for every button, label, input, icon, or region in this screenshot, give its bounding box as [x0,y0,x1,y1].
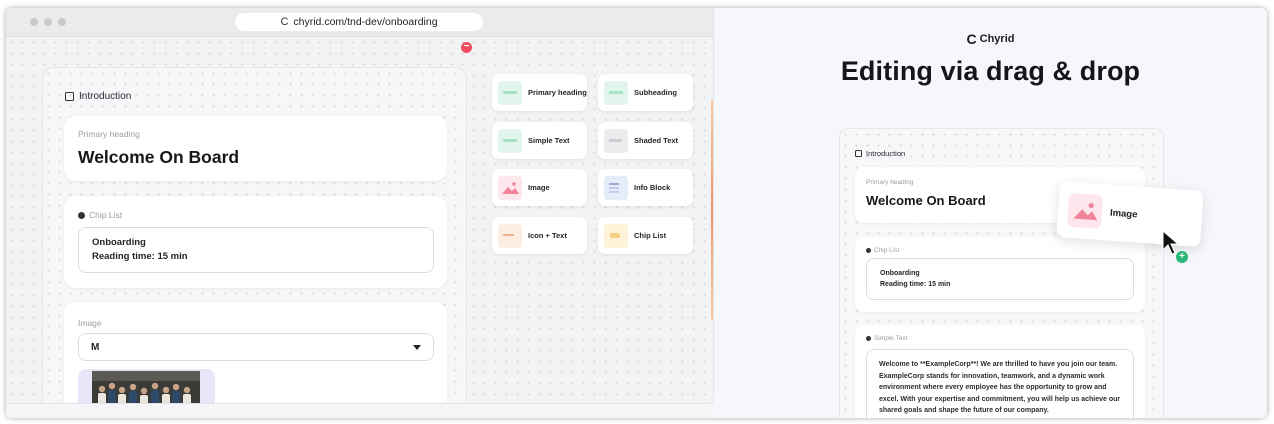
chip-list-field[interactable]: Onboarding Reading time: 15 min [78,227,434,273]
chip-list-label-wrap: Chip List [78,210,122,220]
edit-icon [855,150,862,157]
browser-toolbar: C chyrid.com/tnd-dev/onboarding [6,8,713,37]
preview-simple-text-field: Welcome to **ExampleCorp**! We are thril… [866,349,1134,418]
palette-item-primary-heading[interactable]: Primary heading [492,74,587,111]
chyrid-logo-icon: C [966,31,977,47]
chip-list-label: Chip List [89,210,123,220]
info-icon [866,335,871,341]
window-minimize-dot[interactable] [44,18,52,26]
screenshot-stage: C chyrid.com/tnd-dev/onboarding Introduc… [0,0,1274,424]
edit-icon[interactable] [65,92,74,101]
palette-item-info-block[interactable]: Info Block [598,169,693,206]
chip-reading-time: Reading time: 15 min [92,251,188,262]
palette-item-label: Icon + Text [528,231,567,240]
address-bar[interactable]: C chyrid.com/tnd-dev/onboarding [235,13,483,31]
palette-item-label: Image [528,183,550,192]
palette-item-subheading[interactable]: Subheading [598,74,693,111]
window-close-dot[interactable] [30,18,38,26]
address-bar-url: chyrid.com/tnd-dev/onboarding [293,16,438,28]
component-palette: Primary heading Subheading Simple Text S… [486,37,713,403]
image-icon-glyph [502,181,519,194]
info-icon [78,212,85,220]
preview-editor-section: Introduction Primary heading Welcome On … [839,128,1164,418]
section-title: Introduction [79,91,132,102]
primary-heading-block[interactable]: Primary heading Welcome On Board [64,116,447,181]
info-icon [866,247,871,253]
chyrid-logo-icon: C [280,16,289,28]
remove-section-button[interactable]: − [461,42,472,53]
brand-logo: C Chyrid [714,31,1267,47]
palette-item-shaded-text[interactable]: Shaded Text [598,122,693,159]
shaded-text-icon [604,128,628,153]
promo-panel: C Chyrid Editing via drag & drop Introdu… [714,8,1267,418]
image-icon [1066,192,1104,230]
image-label: Image [78,318,102,328]
browser-window: C chyrid.com/tnd-dev/onboarding Introduc… [6,8,714,404]
image-block[interactable]: Image M [64,302,447,403]
primary-heading-label: Primary heading [78,129,140,139]
section-header: Introduction [65,91,131,102]
palette-item-label: Info Block [634,183,671,192]
image-size-select[interactable]: M [78,333,434,361]
simple-text-icon [498,128,522,153]
subheading-icon [604,80,628,105]
team-photo-illustration [92,371,200,403]
chevron-down-icon [413,344,421,350]
info-block-icon [604,175,628,200]
preview-section-title: Introduction [866,149,906,158]
palette-item-image[interactable]: Image [492,169,587,206]
preview-primary-heading-value: Welcome On Board [866,193,986,208]
preview-chip-list-label: Chip List [874,247,900,254]
preview-chip-list-label-wrap: Chip List [866,247,899,254]
preview-section-header: Introduction [855,149,905,158]
palette-item-label: Subheading [634,88,677,97]
primary-heading-value[interactable]: Welcome On Board [78,147,239,168]
preview-simple-text-block: Simple Text Welcome to **ExampleCorp**! … [855,325,1145,418]
palette-item-label: Simple Text [528,136,570,145]
preview-simple-text-value: Welcome to **ExampleCorp**! We are thril… [879,361,1121,415]
brand-name: Chyrid [979,33,1015,45]
promo-headline: Editing via drag & drop [840,56,1141,86]
preview-chip-list-field: Onboarding Reading time: 15 min [866,258,1134,300]
preview-chip-reading-time: Reading time: 15 min [880,281,951,288]
image-icon [498,175,522,200]
palette-item-icon-text[interactable]: Icon + Text [492,217,587,254]
image-icon-glyph [1073,203,1098,221]
preview-primary-heading-label: Primary heading [866,179,914,186]
preview-simple-text-label-wrap: Simple Text [866,335,907,342]
palette-item-label: Primary heading [528,88,587,97]
add-plus-icon: + [1176,251,1188,263]
palette-item-chip-list[interactable]: Chip List [598,217,693,254]
image-size-value: M [91,341,100,353]
window-maximize-dot[interactable] [58,18,66,26]
chip-list-icon [604,223,628,248]
chip-list-block[interactable]: Chip List Onboarding Reading time: 15 mi… [64,196,447,288]
composite-frame: C chyrid.com/tnd-dev/onboarding Introduc… [6,8,1267,418]
palette-item-simple-text[interactable]: Simple Text [492,122,587,159]
editor-section: Introduction Primary heading Welcome On … [42,67,467,403]
preview-chip-list-block: Chip List Onboarding Reading time: 15 mi… [855,237,1145,312]
palette-item-label: Shaded Text [634,136,679,145]
icon-text-icon [498,223,522,248]
dragged-item-label: Image [1109,207,1138,221]
preview-simple-text-label: Simple Text [874,335,908,342]
team-photo [78,369,215,403]
chip-onboarding: Onboarding [92,237,146,248]
palette-item-label: Chip List [634,231,667,240]
preview-chip-onboarding: Onboarding [880,270,920,277]
primary-heading-icon [498,80,522,105]
